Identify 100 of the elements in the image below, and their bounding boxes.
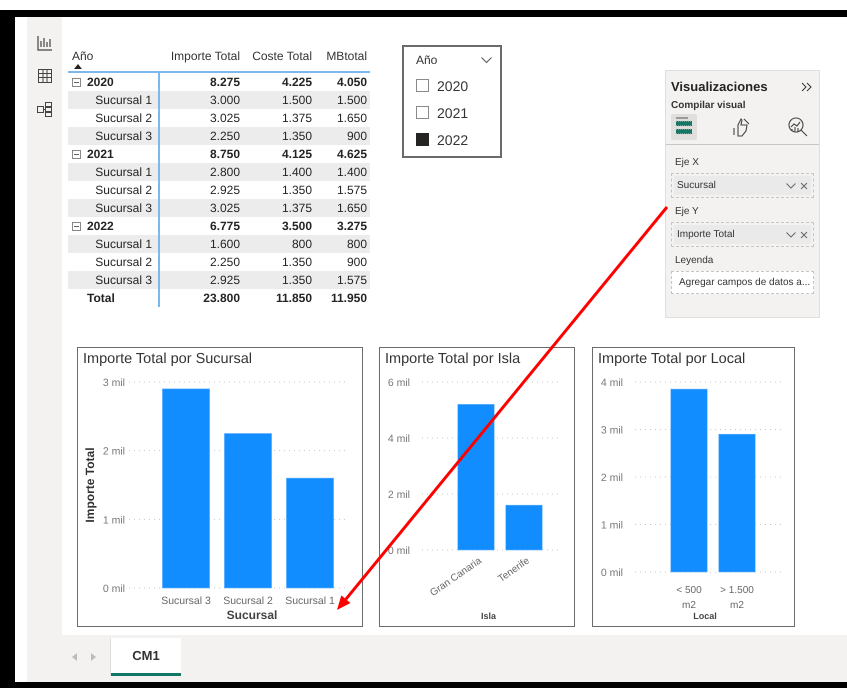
table-cell-text: 2.250 bbox=[208, 129, 241, 143]
column-header[interactable]: Importe Total bbox=[160, 45, 243, 69]
well-label: Eje Y bbox=[674, 205, 700, 219]
pane-tab[interactable] bbox=[671, 114, 697, 140]
table-cell-text: 3.000 bbox=[208, 93, 241, 107]
field-well[interactable]: Sucursal bbox=[671, 173, 814, 198]
axis-title: Importe Total bbox=[83, 447, 97, 523]
table-cell-text: 1.575 bbox=[336, 273, 368, 287]
chart-title: Importe Total por Sucursal bbox=[82, 350, 253, 369]
checkbox[interactable] bbox=[416, 106, 429, 119]
axis-label: 6 mil bbox=[388, 377, 410, 389]
table-cell-text: 800 bbox=[346, 237, 368, 251]
row-header: Sucursal 3 bbox=[95, 273, 152, 287]
well-label: Leyenda bbox=[674, 254, 714, 268]
row-header: Total bbox=[87, 291, 115, 305]
row-header: 2022 bbox=[87, 219, 114, 233]
table-cell-text: 1.650 bbox=[336, 111, 368, 125]
table-cell-text: 900 bbox=[346, 255, 368, 269]
axis-title: Sucursal bbox=[226, 608, 278, 622]
axis-label: 2 mil bbox=[102, 446, 125, 458]
table-cell-text: 4.225 bbox=[280, 75, 313, 89]
close-icon[interactable] bbox=[800, 230, 808, 238]
sort-icon bbox=[74, 64, 82, 69]
slicer-item[interactable]: 2022 bbox=[416, 131, 492, 148]
table-cell-text: 1.350 bbox=[280, 129, 313, 143]
table-cell-text: 4.625 bbox=[336, 147, 368, 161]
report-icon[interactable] bbox=[36, 35, 52, 51]
row-header: 2021 bbox=[87, 147, 114, 161]
row-header: Sucursal 3 bbox=[95, 201, 152, 215]
collapse-icon[interactable] bbox=[72, 150, 81, 158]
axis-label: 3 mil bbox=[102, 377, 125, 389]
slicer-item[interactable]: 2020 bbox=[416, 77, 492, 94]
checkbox[interactable] bbox=[416, 133, 429, 146]
pane-title: Visualizaciones bbox=[671, 79, 768, 94]
collapse-pane-icon[interactable] bbox=[801, 82, 813, 92]
table-cell-text: 2.925 bbox=[208, 273, 241, 287]
table-cell-text: 1.400 bbox=[336, 165, 368, 179]
table-cell-text: 1.575 bbox=[336, 183, 368, 197]
well-label: Eje X bbox=[674, 156, 700, 170]
chart-title: Importe Total por Isla bbox=[384, 350, 522, 369]
table-cell-text: 11.850 bbox=[274, 291, 313, 305]
table-cell-text: 4.050 bbox=[336, 75, 368, 89]
category-label: Sucursal 2 bbox=[223, 595, 273, 607]
bar[interactable] bbox=[457, 404, 495, 550]
table-cell-text: 900 bbox=[346, 129, 368, 143]
table-cell-text: 3.025 bbox=[208, 201, 241, 215]
axis-label: 4 mil bbox=[600, 377, 623, 389]
table-cell-text: 3.275 bbox=[336, 219, 368, 233]
row-header: Sucursal 2 bbox=[95, 183, 152, 197]
table-cell-text: 1.350 bbox=[280, 255, 313, 269]
category-label: > 1.500 m2 bbox=[720, 585, 754, 611]
collapse-icon[interactable] bbox=[72, 78, 81, 86]
collapse-icon[interactable] bbox=[72, 222, 81, 230]
section-label: Compilar visual bbox=[670, 99, 746, 111]
page-tab[interactable]: CM1 bbox=[111, 638, 181, 676]
axis-label: 3 mil bbox=[600, 424, 623, 436]
table-cell-text: 800 bbox=[290, 237, 313, 251]
category-label: < 500 m2 bbox=[676, 585, 702, 611]
table-cell-text: 4.125 bbox=[280, 147, 313, 161]
bar[interactable] bbox=[718, 434, 756, 572]
chevron-down-icon[interactable] bbox=[786, 182, 796, 188]
axis-label: 2 mil bbox=[600, 472, 623, 484]
table-cell-text: 1.400 bbox=[280, 165, 313, 179]
row-header: Sucursal 2 bbox=[95, 255, 152, 269]
table-cell-text: 1.500 bbox=[280, 93, 313, 107]
checkbox[interactable] bbox=[416, 79, 429, 92]
axis-title: Isla bbox=[481, 611, 496, 621]
table-cell-text: 1.350 bbox=[280, 183, 313, 197]
table-cell-text: 1.600 bbox=[208, 237, 241, 251]
table-cell-text: 3.025 bbox=[208, 111, 241, 125]
row-header: 2020 bbox=[87, 75, 114, 89]
chevron-down-icon[interactable] bbox=[786, 232, 796, 238]
row-header: Sucursal 2 bbox=[95, 111, 152, 125]
column-header[interactable]: MBtotal bbox=[315, 45, 370, 69]
slicer-item[interactable]: 2021 bbox=[416, 104, 492, 121]
table-cell-text: 3.500 bbox=[280, 219, 313, 233]
model-icon[interactable] bbox=[36, 101, 53, 118]
table-cell-text: 6.775 bbox=[208, 219, 241, 233]
row-header: Sucursal 1 bbox=[95, 93, 152, 107]
field-well[interactable]: Importe Total bbox=[671, 222, 814, 247]
table-cell-text: 1.500 bbox=[336, 93, 368, 107]
category-label: Sucursal 1 bbox=[285, 595, 335, 607]
column-header[interactable]: Año bbox=[68, 45, 160, 69]
axis-label: 1 mil bbox=[102, 514, 125, 526]
close-icon[interactable] bbox=[800, 182, 808, 190]
column-header[interactable]: Coste Total bbox=[243, 45, 315, 69]
table-icon[interactable] bbox=[36, 68, 52, 84]
table-cell-text: 1.375 bbox=[280, 201, 313, 215]
slicer-title: Año bbox=[416, 53, 438, 67]
field-name: Importe Total bbox=[677, 229, 735, 240]
magnifier-chart-icon bbox=[787, 116, 809, 138]
field-well[interactable]: Agregar campos de datos a... bbox=[671, 271, 814, 294]
table-cell-text: 8.275 bbox=[208, 75, 241, 89]
table-cell-text: 11.950 bbox=[330, 291, 368, 305]
bar[interactable] bbox=[505, 504, 543, 550]
bar[interactable] bbox=[670, 388, 708, 572]
row-header: Sucursal 3 bbox=[95, 129, 152, 143]
chart-title: Importe Total por Local bbox=[597, 350, 746, 369]
chevron-down-icon[interactable] bbox=[481, 56, 492, 64]
table-cell-text: 23.800 bbox=[202, 291, 241, 305]
